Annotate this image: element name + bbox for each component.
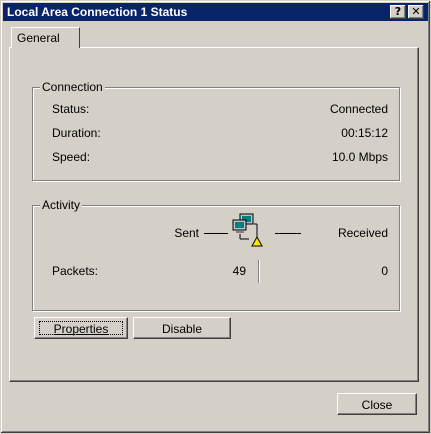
activity-group-title: Activity <box>40 198 83 212</box>
activity-group: Activity Sent Received Packets: 49 0 <box>32 198 400 311</box>
tab-panel-general: Connection Status: Connected Duration: 0… <box>9 47 419 382</box>
received-line <box>275 233 301 234</box>
help-button[interactable]: ? <box>390 5 406 19</box>
speed-value: 10.0 Mbps <box>331 150 388 164</box>
close-button-label: Close <box>361 398 393 412</box>
close-button[interactable]: Close <box>337 393 417 415</box>
window-title: Local Area Connection 1 Status <box>7 5 188 19</box>
received-label: Received <box>337 226 388 240</box>
disable-button-label: Disable <box>161 322 203 336</box>
connection-group-title: Connection <box>40 80 105 94</box>
network-computers-icon <box>232 213 263 247</box>
properties-button[interactable]: Properties <box>34 317 128 339</box>
packets-label: Packets: <box>52 264 99 278</box>
packets-divider <box>258 260 259 283</box>
speed-label: Speed: <box>52 150 91 164</box>
close-window-button[interactable]: ✕ <box>408 5 424 19</box>
title-bar[interactable]: Local Area Connection 1 Status ? ✕ <box>3 3 428 21</box>
duration-label: Duration: <box>52 126 101 140</box>
status-dialog: Local Area Connection 1 Status ? ✕ Gener… <box>0 0 431 434</box>
status-label: Status: <box>52 102 90 116</box>
sent-label: Sent <box>174 226 199 240</box>
connection-group: Connection Status: Connected Duration: 0… <box>32 80 400 181</box>
duration-value: 00:15:12 <box>341 126 388 140</box>
properties-button-label: Properties <box>53 322 109 336</box>
tab-general[interactable]: General <box>11 27 80 48</box>
status-value: Connected <box>329 102 388 116</box>
tab-general-label: General <box>17 31 60 45</box>
sent-line <box>204 233 228 234</box>
packets-received-value: 0 <box>381 264 388 278</box>
disable-button[interactable]: Disable <box>133 317 231 339</box>
packets-sent-value: 49 <box>232 264 246 278</box>
